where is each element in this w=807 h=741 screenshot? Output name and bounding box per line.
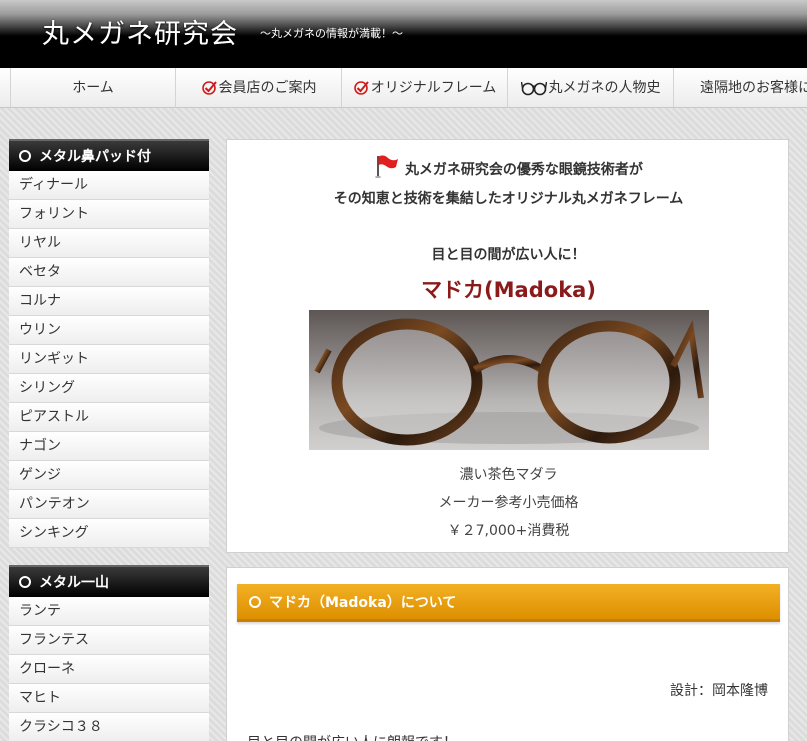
nav-item-remote[interactable]: 遠隔地のお客様に xyxy=(673,68,807,107)
glasses-icon xyxy=(520,81,547,96)
about-panel: マドカ（Madoka）について 設計：岡本隆博 目と目の間が広い人に朗報です！ xyxy=(226,567,789,741)
price-label: メーカー参考小売価格 xyxy=(438,495,579,511)
nav-item-label: 遠隔地のお客様に xyxy=(700,80,807,96)
sidebar-box-metal-nosepad: メタル鼻パッド付 ディナール フォリント リヤル ベセタ コルナ ウリン リンギ… xyxy=(9,139,209,548)
sidebar-item[interactable]: ゲンジ xyxy=(9,461,209,490)
product-panel: 丸メガネ研究会の優秀な眼鏡技術者が その知恵と技術を集結したオリジナル丸メガネフ… xyxy=(226,139,789,553)
sidebar-item[interactable]: クローネ xyxy=(9,655,209,684)
designer-credit: 設計：岡本隆博 xyxy=(670,683,768,699)
site-header: 丸メガネ研究会 ～丸メガネの情報が満載！～ xyxy=(0,0,807,68)
sidebar-item[interactable]: クラシコ３８ xyxy=(9,713,209,741)
sidebar-item[interactable]: リヤル xyxy=(9,229,209,258)
main-nav: ホーム 会員店のご案内 オリジナルフレーム 丸メガネの人物史 遠隔地のお客様に xyxy=(0,68,807,108)
product-photo xyxy=(309,310,709,450)
nav-item-history[interactable]: 丸メガネの人物史 xyxy=(507,68,673,107)
sidebar-item[interactable]: フォリント xyxy=(9,200,209,229)
sidebar-item[interactable]: ナゴン xyxy=(9,432,209,461)
circle-icon xyxy=(249,595,261,608)
sidebar-list: ディナール フォリント リヤル ベセタ コルナ ウリン リンギット シリング ピ… xyxy=(9,171,209,548)
nav-item-home[interactable]: ホーム xyxy=(10,68,175,107)
circle-icon xyxy=(19,150,31,162)
sidebar-item[interactable]: マヒト xyxy=(9,684,209,713)
sidebar-item[interactable]: ランテ xyxy=(9,597,209,626)
sidebar-item[interactable]: ウリン xyxy=(9,316,209,345)
product-color: 濃い茶色マダラ xyxy=(459,467,558,483)
red-flag-icon xyxy=(375,155,399,178)
intro-line-1: 丸メガネ研究会の優秀な眼鏡技術者が xyxy=(227,154,790,179)
sidebar-item[interactable]: パンテオン xyxy=(9,490,209,519)
check-icon xyxy=(201,81,217,95)
nav-item-member-shops[interactable]: 会員店のご案内 xyxy=(175,68,341,107)
product-price: ￥２7,000+消費税 xyxy=(447,523,570,539)
about-text: 目と目の間が広い人に朗報です！ xyxy=(247,732,457,741)
round-glasses-image xyxy=(314,318,704,446)
sidebar-item[interactable]: ディナール xyxy=(9,171,209,200)
sidebar-box-metal-bridge: メタル一山 ランテ フランテス クローネ マヒト クラシコ３８ xyxy=(9,565,209,741)
site-tagline: ～丸メガネの情報が満載！～ xyxy=(260,27,403,40)
sidebar-heading: メタル鼻パッド付 xyxy=(9,139,209,171)
sidebar-item[interactable]: ピアストル xyxy=(9,403,209,432)
intro-line-2: その知恵と技術を集結したオリジナル丸メガネフレーム xyxy=(333,191,684,207)
nav-item-label: 丸メガネの人物史 xyxy=(548,80,661,96)
sidebar-item[interactable]: ベセタ xyxy=(9,258,209,287)
nav-item-label: 会員店のご案内 xyxy=(218,80,317,96)
catch-copy: 目と目の間が広い人に！ xyxy=(431,247,586,263)
site-title[interactable]: 丸メガネ研究会 xyxy=(42,12,238,51)
sidebar-item[interactable]: シンキング xyxy=(9,519,209,548)
sidebar-item[interactable]: コルナ xyxy=(9,287,209,316)
sidebar-item[interactable]: シリング xyxy=(9,374,209,403)
check-icon xyxy=(353,81,369,95)
circle-icon xyxy=(19,576,31,588)
nav-item-label: オリジナルフレーム xyxy=(370,80,497,96)
sidebar-heading: メタル一山 xyxy=(9,565,209,597)
sidebar-list: ランテ フランテス クローネ マヒト クラシコ３８ xyxy=(9,597,209,741)
about-heading-bar: マドカ（Madoka）について xyxy=(237,584,780,622)
product-name: マドカ(Madoka) xyxy=(421,278,596,302)
nav-item-original-frames[interactable]: オリジナルフレーム xyxy=(341,68,507,107)
sidebar-item[interactable]: フランテス xyxy=(9,626,209,655)
sidebar-item[interactable]: リンギット xyxy=(9,345,209,374)
nav-item-label: ホーム xyxy=(72,80,114,96)
